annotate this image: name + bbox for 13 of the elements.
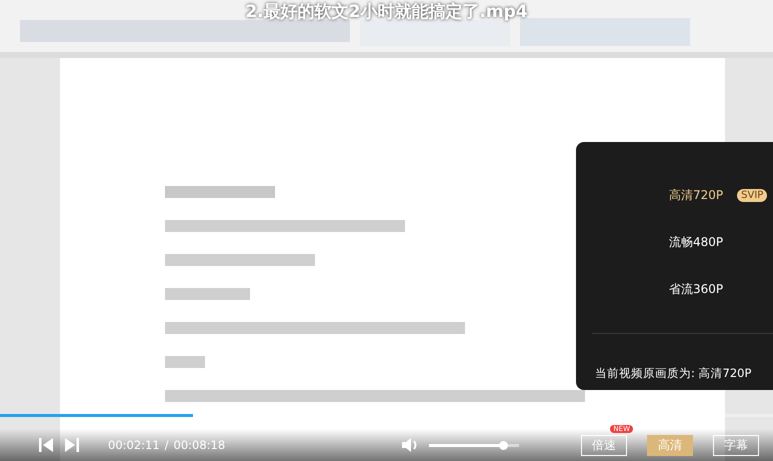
previous-icon[interactable] — [38, 437, 54, 453]
quality-option[interactable]: 高清720P — [669, 186, 724, 204]
current-time: 00:02:11 — [108, 438, 160, 452]
video-title: 2.最好的软文2小时就能搞定了.mp4 — [244, 0, 529, 24]
next-icon[interactable] — [64, 437, 80, 453]
quality-option[interactable]: 省流360P — [669, 280, 724, 298]
volume-icon[interactable] — [401, 437, 419, 453]
svip-badge: SVIP — [737, 188, 768, 202]
quality-note: 当前视频原画质为: 高清720P — [594, 365, 752, 381]
duration: 00:08:18 — [174, 438, 226, 452]
volume-slider[interactable] — [429, 444, 519, 446]
time-separator: / — [164, 438, 169, 452]
quality-option[interactable]: 流畅480P — [669, 234, 724, 250]
